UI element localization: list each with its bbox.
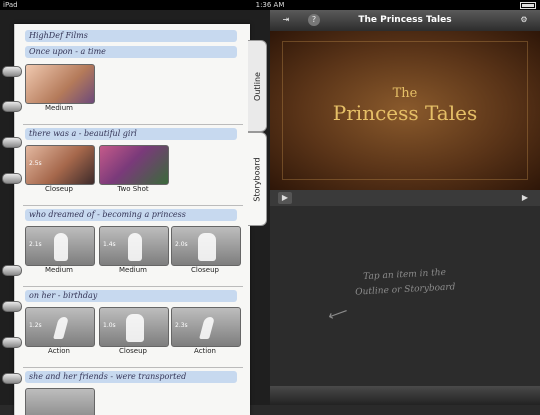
binder-ring <box>2 101 22 112</box>
divider <box>23 286 243 287</box>
empty-state-message: Tap an item in the Outline or Storyboard <box>329 264 480 302</box>
notebook-page: HighDef Films Once upon - a time Medium … <box>14 24 250 415</box>
clip-thumbnail[interactable] <box>99 145 169 185</box>
person-silhouette-icon <box>54 233 68 261</box>
clock: 1:36 AM <box>255 1 285 9</box>
clip-label: Medium <box>45 266 73 274</box>
binder-ring <box>2 301 22 312</box>
running-figure-icon <box>53 317 69 339</box>
section-heading[interactable]: she and her friends - were transported <box>25 371 237 383</box>
clip-duration: 1.0s <box>103 322 116 329</box>
clip-duration: 1.2s <box>29 322 42 329</box>
divider <box>23 367 243 368</box>
binder-ring <box>2 137 22 148</box>
section-heading[interactable]: who dreamed of - becoming a princess <box>25 209 237 221</box>
clip-label: Action <box>194 347 216 355</box>
tab-storyboard[interactable]: Storyboard <box>248 132 267 226</box>
clip-placeholder[interactable]: 1.0s <box>99 307 169 347</box>
divider <box>23 124 243 125</box>
clip-duration: 1.4s <box>103 241 116 248</box>
detail-empty-state: Tap an item in the Outline or Storyboard… <box>270 206 540 386</box>
clip-label: Closeup <box>119 347 147 355</box>
clip-thumbnail[interactable]: 2.5s <box>25 145 95 185</box>
clip-placeholder[interactable]: 2.0s <box>171 226 241 266</box>
section-heading[interactable]: HighDef Films <box>25 30 237 42</box>
clip-placeholder[interactable]: 2.3s <box>171 307 241 347</box>
binder-ring <box>2 66 22 77</box>
binder-ring <box>2 173 22 184</box>
status-bar: iPad 1:36 AM <box>0 0 540 10</box>
battery-icon <box>518 0 536 10</box>
running-figure-icon <box>199 317 215 339</box>
video-preview[interactable]: The Princess Tales <box>270 31 540 190</box>
head-silhouette-icon <box>198 233 216 261</box>
clip-placeholder[interactable] <box>25 388 95 415</box>
clip-label: Closeup <box>191 266 219 274</box>
section-heading[interactable]: there was a - beautiful girl <box>25 128 237 140</box>
person-silhouette-icon <box>128 233 142 261</box>
clip-label: Medium <box>119 266 147 274</box>
clip-label: Two Shot <box>117 185 149 193</box>
clip-label: Action <box>48 347 70 355</box>
playback-controls: ▶ ▶ <box>270 190 540 207</box>
clip-duration: 2.1s <box>29 241 42 248</box>
clip-thumbnail[interactable] <box>25 64 95 104</box>
gear-icon[interactable]: ⚙ <box>518 14 530 26</box>
title-bar: ⇥ ? The Princess Tales ⚙ <box>270 10 540 31</box>
head-silhouette-icon <box>126 314 144 342</box>
preview-panel: ⇥ ? The Princess Tales ⚙ The Princess Ta… <box>270 10 540 405</box>
outline-panel: HighDef Films Once upon - a time Medium … <box>0 10 270 415</box>
clip-placeholder[interactable]: 1.4s <box>99 226 169 266</box>
tab-outline[interactable]: Outline <box>248 40 267 132</box>
preview-title-line1: The <box>392 86 418 101</box>
binder-ring <box>2 373 22 384</box>
binder-ring <box>2 337 22 348</box>
preview-title-line2: Princess Tales <box>332 101 478 125</box>
play-icon[interactable]: ▶ <box>278 192 292 204</box>
clip-duration: 2.0s <box>175 241 188 248</box>
clip-duration: 2.3s <box>175 322 188 329</box>
clip-placeholder[interactable]: 2.1s <box>25 226 95 266</box>
section-heading[interactable]: Once upon - a time <box>25 46 237 58</box>
divider <box>23 205 243 206</box>
section-heading[interactable]: on her - birthday <box>25 290 237 302</box>
project-title: The Princess Tales <box>358 15 452 25</box>
play-icon[interactable]: ▶ <box>518 192 532 204</box>
clip-duration: 2.5s <box>29 160 42 167</box>
clip-label: Medium <box>45 104 73 112</box>
bottom-toolbar <box>270 386 540 405</box>
clip-placeholder[interactable]: 1.2s <box>25 307 95 347</box>
curved-arrow-icon: ⟵ <box>325 303 351 325</box>
binder-ring <box>2 265 22 276</box>
clip-label: Closeup <box>45 185 73 193</box>
tab-outline-label: Outline <box>252 71 262 101</box>
tab-storyboard-label: Storyboard <box>252 156 262 202</box>
